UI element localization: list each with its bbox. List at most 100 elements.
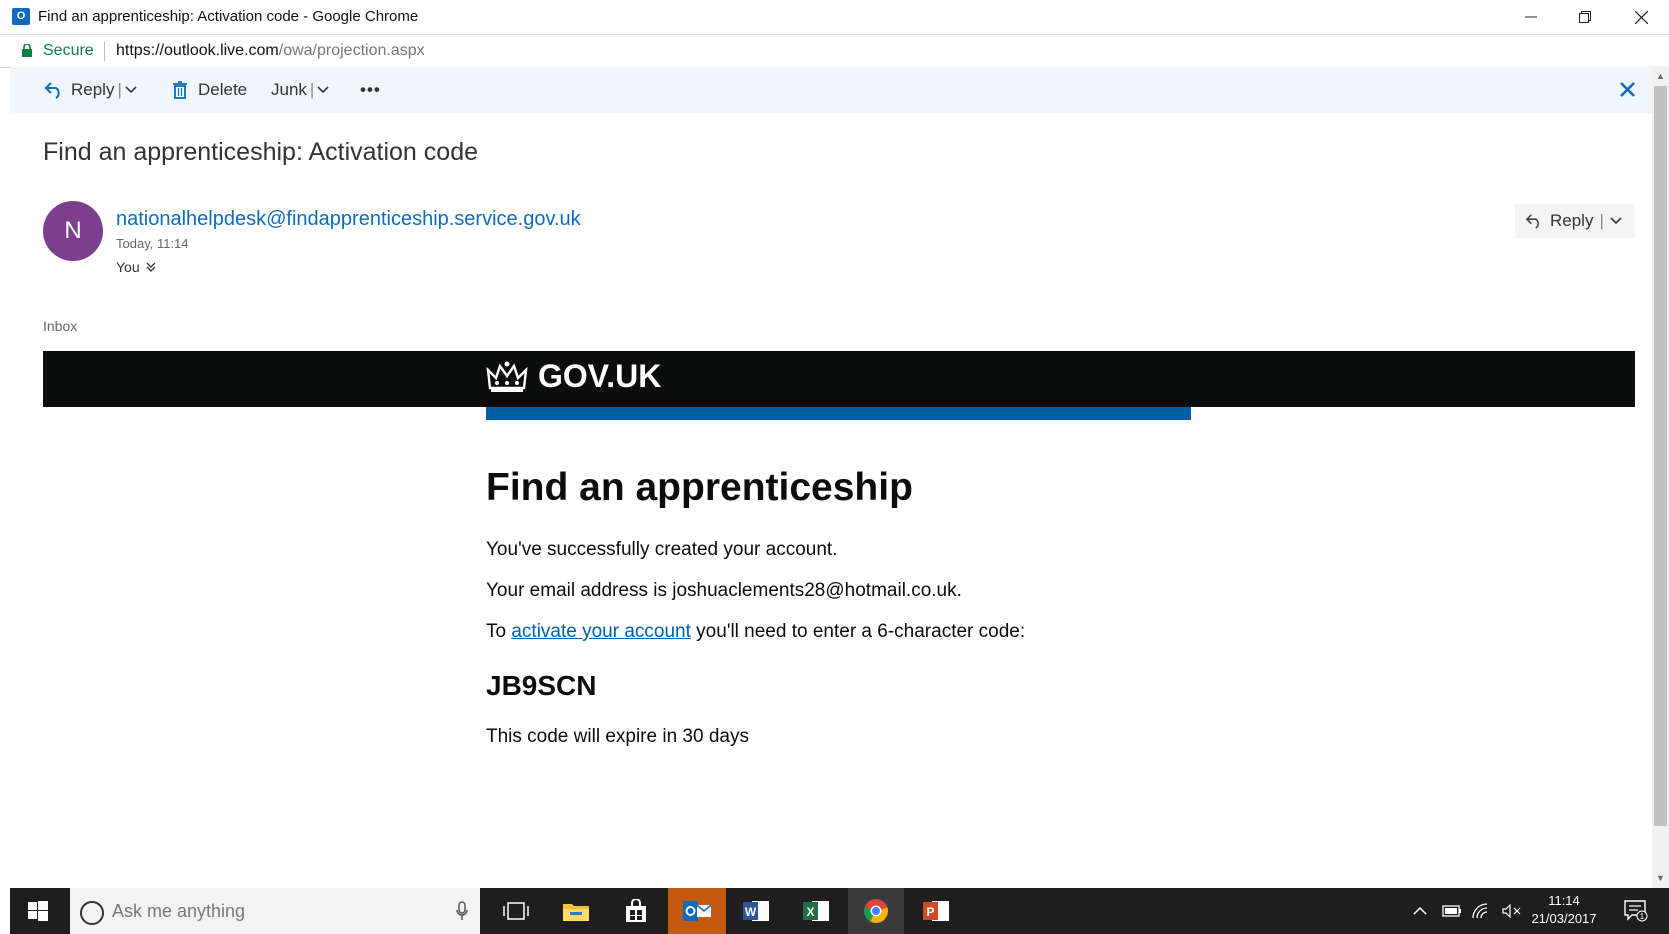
close-reading-pane-button[interactable] <box>1620 66 1635 113</box>
url-host: https://outlook.live.com <box>116 42 279 59</box>
svg-text:X: X <box>806 905 814 919</box>
close-icon <box>1620 82 1635 97</box>
microphone-button[interactable] <box>434 888 490 934</box>
address-bar[interactable]: Secure https://outlook.live.com/owa/proj… <box>0 34 1669 68</box>
excel-icon: X <box>803 901 829 921</box>
junk-button[interactable]: Junk | <box>271 66 329 113</box>
notification-icon: 1 <box>1624 900 1648 922</box>
reply-label: Reply <box>1550 211 1594 230</box>
govuk-header-band <box>43 351 1635 407</box>
body-line-email-address: Your email address is joshuaclements28@h… <box>486 580 962 601</box>
email-subject: Find an apprenticeship: Activation code <box>43 138 478 166</box>
chrome-icon <box>864 899 888 923</box>
word-icon: W <box>743 901 769 921</box>
chevron-down-icon[interactable] <box>125 85 137 94</box>
powerpoint-icon: P <box>923 901 949 921</box>
reply-arrow-icon <box>44 81 60 99</box>
restore-button[interactable] <box>1558 0 1612 34</box>
reply-divider: | <box>1599 211 1604 230</box>
recipient-name: You <box>116 259 140 275</box>
svg-text:W: W <box>745 905 757 919</box>
taskbar-word[interactable]: W <box>728 888 784 934</box>
chevron-up-icon <box>1413 907 1427 915</box>
sender-avatar[interactable]: N <box>43 201 103 261</box>
taskbar-file-explorer[interactable] <box>548 888 604 934</box>
govuk-logo-text: GOV.UK <box>538 358 662 394</box>
minimize-icon <box>1525 16 1537 18</box>
windows-logo-icon <box>28 901 48 921</box>
chevron-down-icon[interactable] <box>317 85 329 94</box>
message-toolbar: Reply | Delete Junk | ••• <box>10 66 1652 113</box>
govuk-logo: GOV.UK <box>486 358 661 395</box>
notification-count: 1 <box>1640 912 1645 921</box>
secure-label: Secure <box>43 42 94 59</box>
taskbar-chrome[interactable] <box>848 888 904 934</box>
more-actions-button[interactable]: ••• <box>360 66 381 113</box>
close-window-button[interactable] <box>1614 0 1668 34</box>
sender-address[interactable]: nationalhelpdesk@findapprenticeship.serv… <box>116 208 581 231</box>
start-button[interactable] <box>10 888 66 934</box>
trash-icon <box>173 80 187 99</box>
svg-text:P: P <box>926 905 934 919</box>
close-icon <box>1634 10 1648 24</box>
wifi-button[interactable] <box>1466 888 1498 934</box>
task-view-button[interactable] <box>488 888 544 934</box>
wifi-icon <box>1472 903 1488 919</box>
delete-button[interactable]: Delete <box>172 66 247 113</box>
task-view-icon <box>503 902 529 920</box>
scroll-down-arrow[interactable]: ▼ <box>1652 870 1669 886</box>
body-heading: Find an apprenticeship <box>486 466 913 509</box>
junk-divider: | <box>309 79 315 99</box>
address-separator <box>104 42 105 61</box>
window-titlebar: O Find an apprenticeship: Activation cod… <box>0 0 1669 34</box>
scrollbar-thumb[interactable] <box>1654 86 1667 826</box>
action-center-button[interactable]: 1 <box>1612 888 1660 934</box>
taskbar-clock[interactable]: 11:14 21/03/2017 <box>1526 893 1602 926</box>
email-date: Today, 11:14 <box>116 236 189 251</box>
taskbar-powerpoint[interactable]: P <box>908 888 964 934</box>
activate-prefix: To <box>486 621 512 642</box>
outlook-icon <box>683 901 711 921</box>
search-placeholder: Ask me anything <box>112 901 246 921</box>
taskbar-excel[interactable]: X <box>788 888 844 934</box>
lock-icon <box>22 44 32 57</box>
chevron-down-icon[interactable] <box>1610 217 1622 225</box>
minimize-button[interactable] <box>1504 0 1558 34</box>
battery-icon <box>1442 905 1461 917</box>
cortana-icon <box>80 901 104 925</box>
reply-arrow-icon <box>1525 214 1539 229</box>
reply-message-button[interactable]: Reply | <box>1515 204 1635 238</box>
url-path: /owa/projection.aspx <box>278 42 425 59</box>
folder-icon <box>563 904 589 921</box>
crown-icon <box>486 361 528 392</box>
scroll-up-arrow[interactable]: ▲ <box>1652 68 1669 84</box>
delete-label: Delete <box>198 79 248 99</box>
expand-recipients-icon[interactable] <box>146 262 156 272</box>
microphone-icon <box>456 901 468 920</box>
clock-date: 21/03/2017 <box>1531 911 1597 926</box>
battery-button[interactable] <box>1436 888 1468 934</box>
show-hidden-icons-button[interactable] <box>1404 888 1436 934</box>
recipients-row[interactable]: You <box>116 259 156 275</box>
window-title: Find an apprenticeship: Activation code … <box>38 8 419 25</box>
junk-label: Junk <box>271 79 307 99</box>
govuk-blue-stripe <box>486 407 1191 420</box>
volume-button[interactable] <box>1496 888 1528 934</box>
volume-muted-icon <box>1502 904 1521 918</box>
store-bag-icon <box>626 899 646 922</box>
restore-icon <box>1579 11 1591 23</box>
outlook-app-icon: O <box>12 8 30 25</box>
url-text[interactable]: https://outlook.live.com/owa/projection.… <box>116 42 425 60</box>
activate-suffix: you'll need to enter a 6-character code: <box>690 621 1026 642</box>
reply-button[interactable]: Reply | <box>44 66 137 113</box>
taskbar-outlook[interactable] <box>668 888 726 934</box>
activation-code: JB9SCN <box>486 670 597 701</box>
taskbar-store[interactable] <box>608 888 664 934</box>
activate-account-link[interactable]: activate your account <box>511 621 691 642</box>
body-line-account-created: You've successfully created your account… <box>486 539 838 560</box>
clock-time: 11:14 <box>1548 893 1580 908</box>
reply-divider: | <box>117 79 122 99</box>
body-line-activate: To activate your account you'll need to … <box>486 621 1025 643</box>
folder-label: Inbox <box>43 318 78 334</box>
code-expiry-text: This code will expire in 30 days <box>486 726 749 747</box>
